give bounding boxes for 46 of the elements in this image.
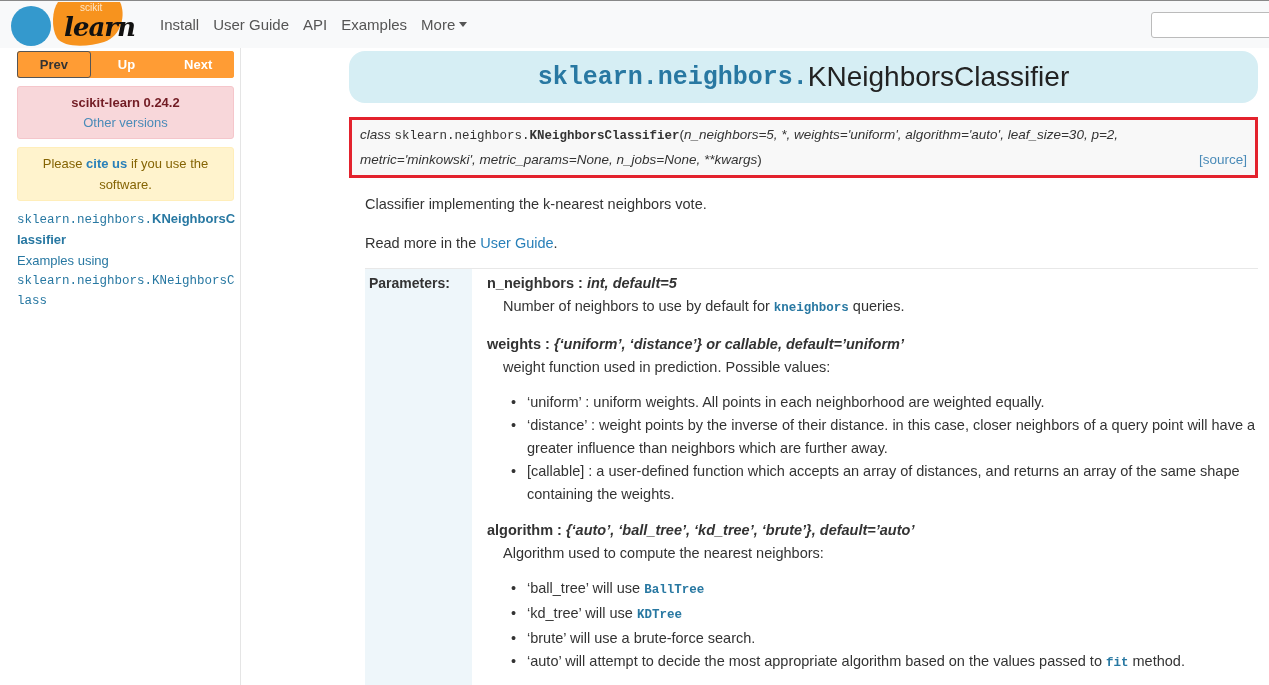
link[interactable]: User Guide: [480, 235, 554, 251]
nav-link[interactable]: Install: [160, 16, 208, 33]
paragraph: Read more in the User Guide.: [365, 234, 559, 253]
parameter-description: Number of neighbors to use by default for kneighbors queries.: [502, 297, 906, 317]
list-item: ‘ball_tree’ will use BallTree: [527, 579, 705, 599]
parameter-name: weights : {‘uniform’, ‘distance’} or callable, default=’uniform’: [487, 335, 905, 354]
version-title: scikit-learn 0.24.2: [71, 94, 180, 112]
source-link[interactable]: [source]: [1198, 148, 1247, 172]
list-item: ‘auto’ will attempt to decide the most appropriate algorithm based on the values passed to fit method.: [527, 652, 1185, 672]
bullet: •: [511, 652, 518, 671]
nav-link[interactable]: Examples: [341, 16, 416, 33]
logo-caption: scikit: [80, 2, 103, 13]
search-field[interactable]: [1151, 11, 1269, 38]
code-link[interactable]: kneighbors: [773, 301, 849, 315]
code-link[interactable]: BallTree: [644, 583, 705, 597]
toc-link[interactable]: Examples using: [17, 251, 238, 271]
list-item: ‘uniform’ : uniform weights. All points in each neighborhood are weighted equally.: [527, 393, 1045, 412]
list-item: ‘kd_tree’ will use KDTree: [527, 604, 682, 624]
code-link[interactable]: fit: [1106, 656, 1129, 670]
other-versions-link[interactable]: Other versions: [83, 113, 168, 133]
bullet: •: [511, 416, 518, 435]
list-item: ‘brute’ will use a brute-force search.: [527, 629, 756, 648]
code-link[interactable]: KDTree: [636, 608, 682, 622]
bullet: •: [511, 393, 518, 412]
nav-link[interactable]: API: [303, 16, 336, 33]
bullet: •: [511, 579, 518, 598]
nav-link[interactable]: More: [421, 16, 476, 33]
toc-link[interactable]: sklearn.neighbors.KNeighborsClassifier: [17, 209, 238, 251]
bullet: •: [511, 604, 518, 623]
cite-text: Please cite us if you use the software.: [42, 156, 209, 192]
bullet: •: [511, 629, 518, 648]
list-item: [callable] : a user-defined function which accepts an array of distances, and returns an array of the same shape containing the weights.: [527, 462, 1241, 504]
pager-button[interactable]: Prev: [17, 51, 91, 78]
parameter-name: algorithm : {‘auto’, ‘ball_tree’, ‘kd_tree’, ‘brute’}, default=’auto’: [487, 521, 916, 540]
paragraph: Classifier implementing the k-nearest neighbors vote.: [365, 195, 708, 214]
parameters-label: Parameters:: [369, 275, 450, 291]
parameter-name: n_neighbors : int, default=5: [487, 274, 678, 293]
parameter-description: weight function used in prediction. Possible values:: [502, 358, 832, 377]
page-title: sklearn.neighbors.KNeighborsClassifier: [349, 51, 1258, 103]
toc-link[interactable]: sklearn.neighbors.KNeighborsClass: [17, 271, 238, 311]
parameter-description: Algorithm used to compute the nearest neighbors:: [502, 544, 825, 563]
nav-link[interactable]: User Guide: [213, 16, 298, 33]
list-item: ‘distance’ : weight points by the inverse of their distance. in this case, closer neighbors of a query point will have a greater influence than neighbors which are further away.: [527, 416, 1257, 458]
class-signature: class sklearn.neighbors.KNeighborsClassifier(n_neighbors=5, *, weights='uniform', algorithm='auto', leaf_size=30, p=2, metric='minkowski', metric_params=None, n_jobs=None, **kwargs): [360, 126, 1120, 169]
bullet: •: [511, 462, 518, 481]
link[interactable]: cite us: [86, 156, 128, 171]
